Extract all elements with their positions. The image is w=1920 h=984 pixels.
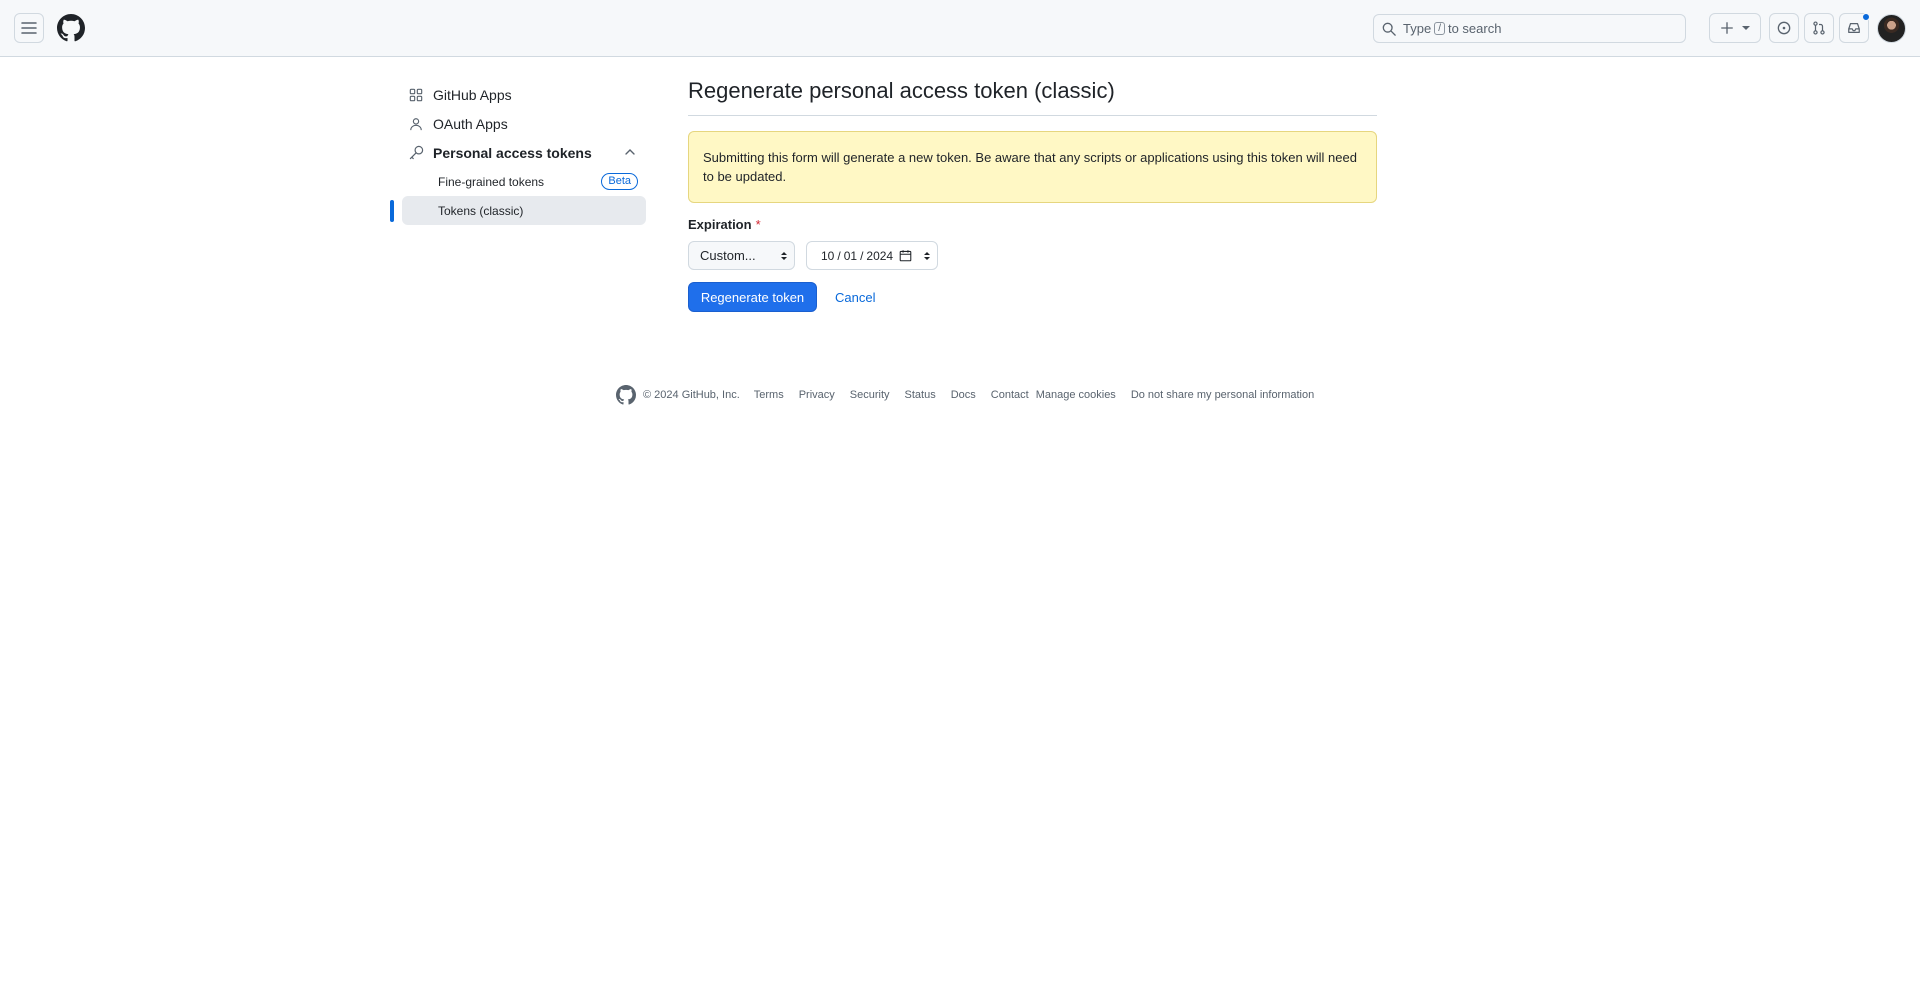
required-indicator: * xyxy=(755,217,761,232)
footer-link-status[interactable]: Status xyxy=(905,389,936,401)
date-separator: / xyxy=(860,248,864,263)
triangle-down-icon xyxy=(1741,26,1750,30)
key-icon xyxy=(408,145,424,161)
search-text-before: Type xyxy=(1403,21,1432,36)
sidebar-item-github-apps[interactable]: GitHub Apps xyxy=(394,80,646,109)
expiration-label-text: Expiration xyxy=(688,217,752,232)
plus-icon xyxy=(1720,22,1733,34)
search-shortcut-key: / xyxy=(1434,22,1445,35)
footer-link-do-not-share[interactable]: Do not share my personal information xyxy=(1131,389,1314,401)
cancel-link[interactable]: Cancel xyxy=(835,290,875,305)
expiration-label: Expiration * xyxy=(688,217,1377,232)
footer: © 2024 GitHub, Inc. Terms Privacy Securi… xyxy=(616,385,1329,405)
date-year[interactable]: 2024 xyxy=(866,249,893,263)
date-stepper-icon[interactable] xyxy=(923,250,931,262)
expiration-controls: Custom... 10 / 01 / 2024 xyxy=(688,241,1377,270)
expiration-date-input[interactable]: 10 / 01 / 2024 xyxy=(806,241,938,270)
footer-link-security[interactable]: Security xyxy=(850,389,890,401)
apps-icon xyxy=(408,87,424,103)
sidebar-item-oauth-apps[interactable]: OAuth Apps xyxy=(394,109,646,138)
warning-flash: Submitting this form will generate a new… xyxy=(688,131,1377,203)
pull-requests-button[interactable] xyxy=(1804,13,1834,43)
create-new-button[interactable] xyxy=(1709,13,1761,43)
main-content: Regenerate personal access token (classi… xyxy=(688,78,1377,312)
sidebar-item-personal-access-tokens[interactable]: Personal access tokens xyxy=(394,138,646,167)
footer-link-contact[interactable]: Contact xyxy=(991,389,1029,401)
footer-link-docs[interactable]: Docs xyxy=(951,389,976,401)
issue-opened-icon xyxy=(1777,21,1791,35)
sidebar-subitem-fine-grained-tokens[interactable]: Fine-grained tokens Beta xyxy=(402,167,646,196)
active-indicator xyxy=(390,200,394,222)
select-arrows-icon xyxy=(781,252,787,260)
chevron-up-icon[interactable] xyxy=(624,146,636,158)
sidebar-item-label: OAuth Apps xyxy=(433,115,508,132)
footer-link-privacy[interactable]: Privacy xyxy=(799,389,835,401)
app-header: Type / to search xyxy=(0,0,1920,57)
person-icon xyxy=(408,116,424,132)
git-pull-request-icon xyxy=(1813,21,1825,35)
form-actions: Regenerate token Cancel xyxy=(688,282,1377,312)
footer-copyright: © 2024 GitHub, Inc. xyxy=(643,389,740,401)
footer-link-manage-cookies[interactable]: Manage cookies xyxy=(1036,389,1116,401)
settings-sidebar: GitHub Apps OAuth Apps Personal access t… xyxy=(390,80,646,225)
sidebar-item-label: Personal access tokens xyxy=(433,144,592,161)
github-mark-icon[interactable] xyxy=(57,14,85,42)
sidebar-subitem-label: Fine-grained tokens xyxy=(438,174,545,189)
issues-button[interactable] xyxy=(1769,13,1799,43)
notification-indicator xyxy=(1862,13,1870,21)
search-text-after: to search xyxy=(1447,21,1502,36)
regenerate-token-button[interactable]: Regenerate token xyxy=(688,282,817,312)
menu-button[interactable] xyxy=(14,13,44,43)
hamburger-icon xyxy=(21,22,37,34)
search-input[interactable]: Type / to search xyxy=(1373,14,1686,43)
page-title: Regenerate personal access token (classi… xyxy=(688,78,1377,116)
sidebar-subitem-tokens-classic[interactable]: Tokens (classic) xyxy=(390,196,646,225)
inbox-icon xyxy=(1848,23,1860,33)
expiration-select[interactable]: Custom... xyxy=(688,241,795,270)
calendar-icon[interactable] xyxy=(899,249,912,262)
footer-link-terms[interactable]: Terms xyxy=(754,389,784,401)
beta-badge: Beta xyxy=(601,173,638,190)
avatar[interactable] xyxy=(1877,14,1906,43)
date-day[interactable]: 01 xyxy=(844,249,857,263)
sidebar-subitem-label: Tokens (classic) xyxy=(438,203,524,218)
date-separator: / xyxy=(837,248,841,263)
expiration-select-value: Custom... xyxy=(700,248,756,263)
search-icon xyxy=(1382,22,1396,36)
sidebar-item-label: GitHub Apps xyxy=(433,86,512,103)
github-mark-icon[interactable] xyxy=(616,385,636,405)
date-month[interactable]: 10 xyxy=(821,249,834,263)
